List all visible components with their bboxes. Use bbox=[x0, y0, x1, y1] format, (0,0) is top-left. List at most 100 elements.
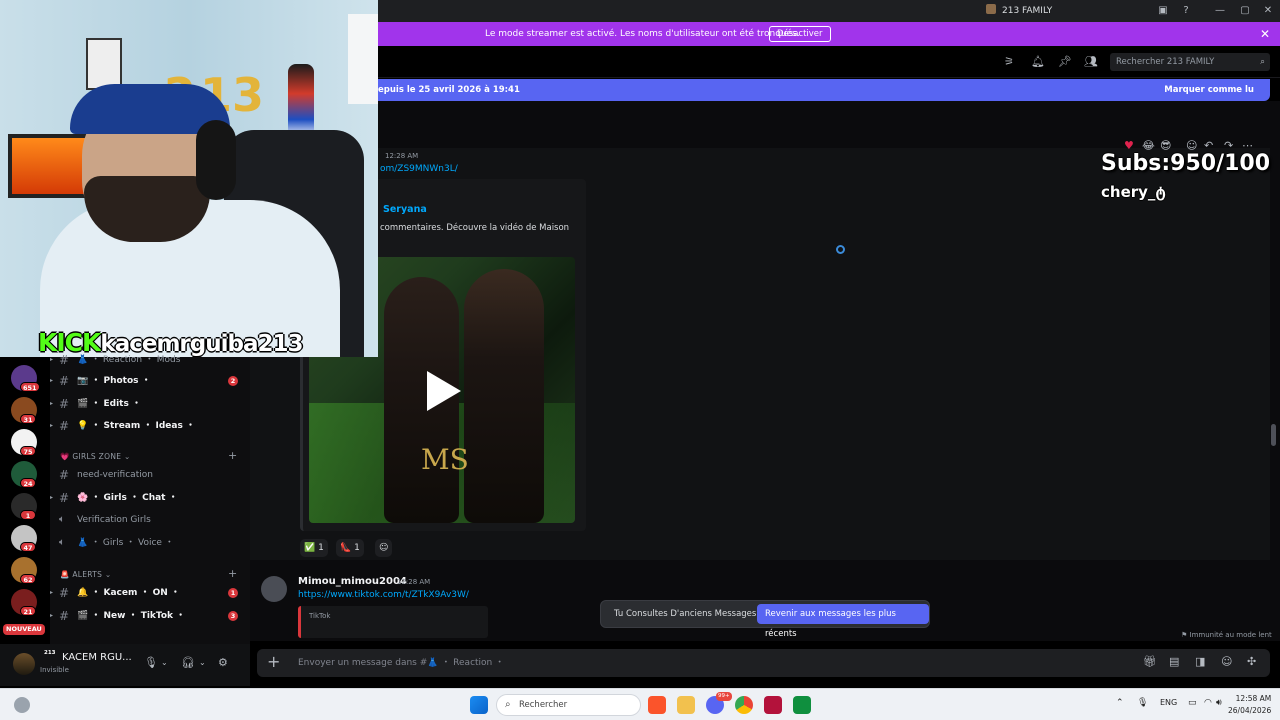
disable-streamer-mode-button[interactable]: Désactiver bbox=[769, 26, 831, 42]
windows-taskbar: ⌕ Rechercher 99+ ⌃ 🎙︎ ENG ▭ ◠ 🔊︎ 12:58 A… bbox=[0, 688, 1280, 720]
voice-channel-item[interactable]: 🔈︎ 👗 ・ Girls ・ Voice ・ bbox=[50, 533, 250, 553]
volume-icon[interactable]: 🔊︎ bbox=[1216, 698, 1222, 708]
wall-poster bbox=[86, 38, 122, 90]
collapse-arrow-icon: ▸ bbox=[50, 400, 54, 407]
user-name: KACEM RGU... bbox=[62, 652, 132, 663]
text-channel-icon: # bbox=[59, 491, 70, 505]
channel-item[interactable]: ▸ # 🎬 ・ New ・ TikTok ・ 3 bbox=[50, 606, 250, 626]
headphones-icon[interactable]: 🎧︎ bbox=[181, 656, 195, 669]
gear-icon[interactable]: ⚙ bbox=[218, 656, 228, 669]
app-icon[interactable] bbox=[764, 696, 782, 714]
threads-icon[interactable]: ⚞ bbox=[1004, 55, 1014, 68]
reaction-emoji: ✅ bbox=[304, 543, 316, 553]
channel-item[interactable]: # need-verification bbox=[50, 465, 250, 485]
slowmode-text: Immunité au mode lent bbox=[1189, 631, 1272, 639]
figurine bbox=[288, 64, 314, 138]
chrome-icon[interactable] bbox=[735, 696, 753, 714]
link-embed: TikTok bbox=[298, 606, 488, 638]
channel-item[interactable]: ▸ # 👗 ・ Reaction ・ Mods bbox=[50, 350, 250, 370]
reaction-heel[interactable]: 👠 1 bbox=[336, 539, 364, 557]
network-icon[interactable]: ▭ bbox=[1188, 698, 1197, 708]
file-explorer-icon[interactable] bbox=[677, 696, 695, 714]
chevron-down-icon[interactable]: ⌄ bbox=[161, 658, 168, 667]
microphone-icon[interactable]: 🎙︎ bbox=[144, 656, 158, 669]
wifi-icon[interactable]: ◠ bbox=[1204, 698, 1212, 708]
mark-as-read-button[interactable]: Marquer comme lu bbox=[1164, 79, 1254, 101]
message-timestamp: 12:28 AM bbox=[385, 152, 419, 160]
channel-label: 🌸 ・ Girls ・ Chat ・ bbox=[77, 493, 178, 503]
video-watermark: MS bbox=[421, 443, 469, 476]
channel-item[interactable]: ▸ # 🎬 ・ Edits ・ bbox=[50, 394, 250, 414]
user-avatar[interactable] bbox=[13, 653, 35, 675]
channel-item[interactable]: ▸ # 🌸 ・ Girls ・ Chat ・ bbox=[50, 488, 250, 508]
video-person bbox=[464, 269, 544, 523]
channel-label: 💡 ・ Stream ・ Ideas ・ bbox=[77, 421, 195, 431]
category-alerts[interactable]: 🚨 ALERTS ⌄ + bbox=[60, 567, 237, 580]
cast-icon[interactable]: ▣ bbox=[1151, 0, 1175, 22]
dismiss-banner-icon[interactable]: ✕ bbox=[1260, 22, 1270, 46]
webcam-overlay: 2 1 3 bbox=[0, 0, 378, 357]
old-messages-notice: Tu Consultes D'anciens Messages bbox=[614, 609, 757, 619]
latest-sub-overlay: chery_ტ bbox=[1101, 183, 1166, 201]
message-author[interactable]: Mimou_mimou2004 bbox=[298, 576, 407, 587]
collapse-arrow-icon: ▸ bbox=[50, 377, 54, 384]
channel-item[interactable]: ▸ # 💡 ・ Stream ・ Ideas ・ bbox=[50, 416, 250, 436]
help-icon[interactable]: ? bbox=[1174, 0, 1198, 22]
add-attachment-icon[interactable]: + bbox=[267, 652, 280, 671]
text-channel-icon: # bbox=[59, 586, 70, 600]
add-reaction-icon[interactable]: ☺ bbox=[375, 539, 393, 557]
voice-channel-item[interactable]: 🔈︎ Verification Girls bbox=[50, 510, 250, 530]
embed-description: commentaires. Découvre la vidéo de Maiso… bbox=[380, 223, 570, 233]
channel-item[interactable]: ▸ # 🔔 ・ Kacem ・ ON ・ 1 bbox=[50, 583, 250, 603]
channel-label: need-verification bbox=[77, 470, 153, 480]
server-badge: 75 bbox=[20, 446, 36, 456]
streamer-mode-banner: Le mode streamer est activé. Les noms d'… bbox=[378, 22, 1280, 46]
chevron-down-icon[interactable]: ⌄ bbox=[199, 658, 206, 667]
taskbar-search[interactable]: ⌕ Rechercher bbox=[496, 694, 641, 716]
reaction-count: 1 bbox=[318, 543, 324, 553]
category-label: 🚨 ALERTS ⌄ bbox=[60, 570, 112, 579]
mention-badge: 1 bbox=[228, 588, 238, 598]
bell-icon[interactable]: 🔔︎ bbox=[1031, 55, 1045, 68]
brave-icon[interactable] bbox=[648, 696, 666, 714]
collapse-arrow-icon: ▸ bbox=[50, 494, 54, 501]
search-input[interactable]: Rechercher 213 FAMILY ⌕ bbox=[1110, 53, 1270, 71]
taskbar-clock[interactable]: 12:58 AM 26/04/2026 bbox=[1228, 693, 1271, 717]
app-icon[interactable] bbox=[793, 696, 811, 714]
play-icon[interactable] bbox=[427, 371, 461, 411]
avatar[interactable] bbox=[261, 576, 287, 602]
minimize-icon[interactable]: — bbox=[1208, 0, 1232, 22]
language-indicator[interactable]: ENG bbox=[1160, 698, 1177, 707]
add-channel-icon[interactable]: + bbox=[228, 449, 238, 462]
jump-to-present-bar: Tu Consultes D'anciens Messages Revenir … bbox=[600, 600, 930, 639]
maximize-icon[interactable]: ▢ bbox=[1233, 0, 1257, 22]
members-icon[interactable]: 👥︎ bbox=[1084, 55, 1098, 68]
gift-icon[interactable]: 🎁︎ bbox=[1143, 655, 1157, 668]
message-composer[interactable]: + Envoyer un message dans #👗 ・ Reaction … bbox=[257, 649, 1270, 677]
microphone-icon[interactable]: 🎙︎ bbox=[1137, 698, 1148, 708]
gif-icon[interactable]: ▤ bbox=[1169, 655, 1179, 668]
emoji-icon[interactable]: ☺ bbox=[1221, 655, 1232, 668]
channel-label: Verification Girls bbox=[77, 515, 151, 525]
scrollbar-thumb[interactable] bbox=[1271, 424, 1276, 446]
embed-author[interactable]: Seryana bbox=[383, 204, 427, 215]
channel-label: 🎬 ・ New ・ TikTok ・ bbox=[77, 611, 186, 621]
apps-icon[interactable]: ✣ bbox=[1247, 655, 1256, 668]
reaction-check[interactable]: ✅ 1 bbox=[300, 539, 328, 557]
message-link[interactable]: om/ZS9MNWn3L/ bbox=[380, 164, 458, 174]
channel-item[interactable]: ▸ # 📷 ・ Photos ・ 2 bbox=[50, 371, 250, 391]
message-link[interactable]: https://www.tiktok.com/t/ZTkX9Av3W/ bbox=[298, 590, 469, 600]
add-channel-icon[interactable]: + bbox=[228, 567, 238, 580]
widgets-icon[interactable] bbox=[14, 697, 30, 713]
pin-icon[interactable]: 📌︎ bbox=[1058, 55, 1072, 68]
server-badge: 1 bbox=[20, 510, 36, 520]
start-icon[interactable] bbox=[470, 696, 488, 714]
category-girls-zone[interactable]: 💗 GIRLS ZONE ⌄ + bbox=[60, 449, 237, 462]
text-channel-icon: # bbox=[59, 468, 70, 482]
close-window-icon[interactable]: ✕ bbox=[1256, 0, 1280, 22]
jump-to-present-button[interactable]: Revenir aux messages les plus récents bbox=[757, 604, 929, 639]
new-messages-bar[interactable]: epuis le 25 avril 2026 à 19:41 Marquer c… bbox=[378, 79, 1270, 101]
chevron-up-icon[interactable]: ⌃ bbox=[1116, 698, 1124, 708]
sticker-icon[interactable]: ◨ bbox=[1195, 655, 1205, 668]
server-badge: 651 bbox=[20, 382, 40, 392]
